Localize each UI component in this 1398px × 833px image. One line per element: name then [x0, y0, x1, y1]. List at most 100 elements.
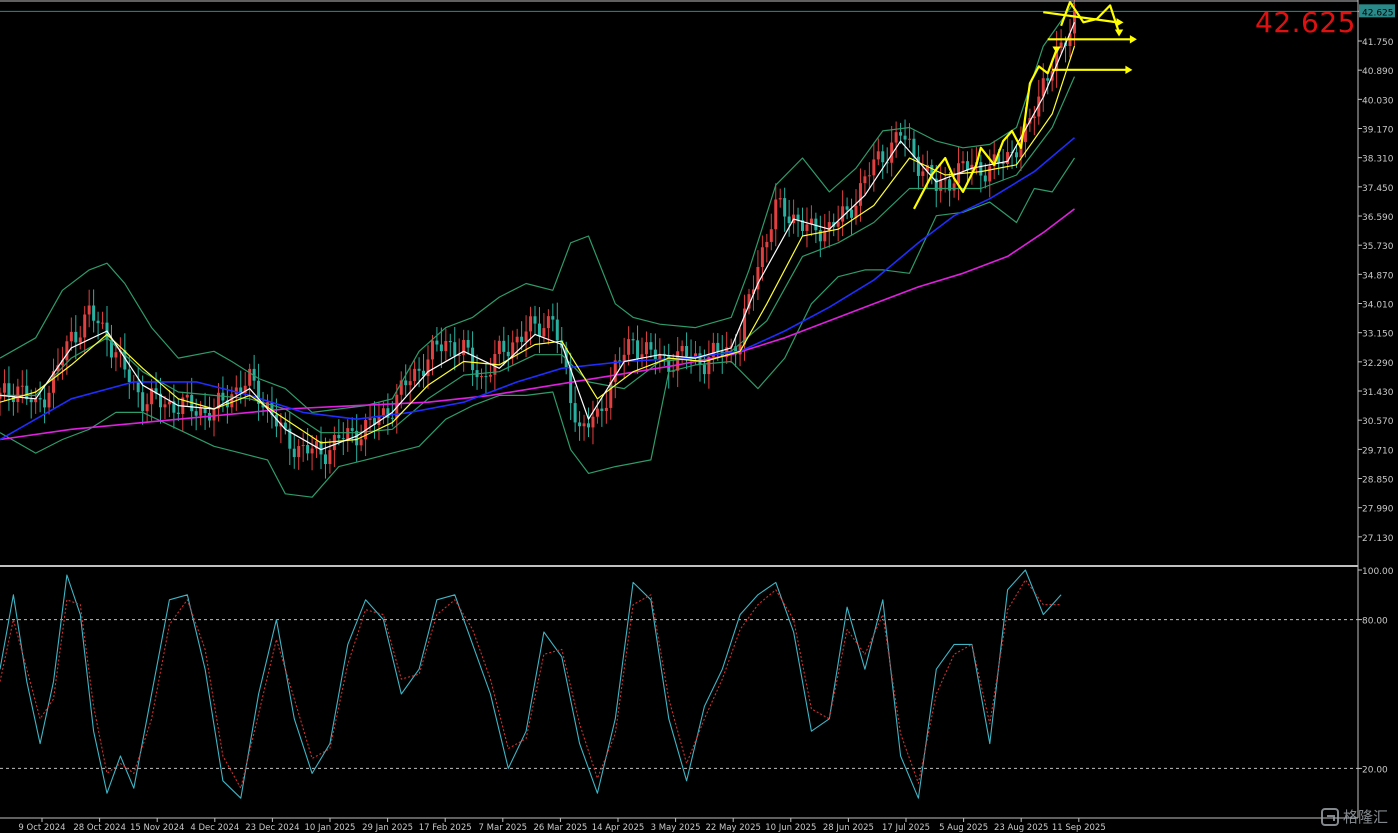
- x-tick-label: 23 Aug 2025: [994, 823, 1048, 833]
- y-tick-label: 28.850: [1362, 476, 1394, 486]
- candle-body: [644, 342, 648, 355]
- candle-body: [1015, 152, 1018, 158]
- candle-body: [466, 339, 470, 348]
- candle-body: [404, 380, 408, 386]
- candle-body: [323, 454, 327, 465]
- y-tick-label: 27.130: [1362, 534, 1394, 544]
- candle-body: [141, 392, 145, 412]
- y-tick-label: 30.570: [1362, 417, 1394, 427]
- candle-body: [114, 352, 118, 358]
- candle-body: [462, 339, 466, 355]
- candle-body: [65, 341, 69, 361]
- x-tick-label: 5 Aug 2025: [939, 823, 988, 833]
- brand-logo-icon: [1320, 807, 1339, 826]
- candle-body: [78, 337, 82, 343]
- watermark-text: 格隆汇: [1342, 808, 1388, 826]
- candle-body: [533, 316, 537, 324]
- candle-body: [520, 336, 524, 342]
- candle-body: [805, 224, 809, 231]
- y-tick-label: 33.150: [1362, 330, 1394, 340]
- osc-y-tick-label: 20.00: [1362, 765, 1388, 775]
- candle-body: [582, 423, 586, 427]
- x-tick-label: 4 Dec 2024: [190, 823, 239, 833]
- y-tick-label: 36.590: [1362, 213, 1394, 223]
- candle-body: [988, 166, 992, 182]
- candle-body: [774, 199, 778, 230]
- y-tick-label: 31.430: [1362, 388, 1394, 398]
- candle-body: [506, 351, 510, 357]
- osc-y-tick-label: 80.00: [1362, 617, 1388, 627]
- candle-body: [417, 368, 421, 371]
- candle-body: [783, 198, 787, 217]
- y-tick-label: 41.750: [1362, 38, 1394, 48]
- candle-body: [894, 132, 898, 143]
- candle-body: [591, 416, 595, 428]
- candle-body: [484, 376, 488, 378]
- candle-body: [310, 448, 314, 454]
- candle-body: [867, 175, 871, 177]
- candle-body: [381, 408, 385, 416]
- candle-body: [488, 374, 492, 377]
- candle-body: [453, 342, 457, 356]
- candle-body: [778, 198, 782, 200]
- candle-body: [653, 349, 657, 360]
- y-tick-label: 34.870: [1362, 271, 1394, 281]
- candle-body: [292, 448, 296, 458]
- x-tick-label: 10 Jan 2025: [305, 823, 356, 833]
- candle-body: [702, 364, 706, 375]
- x-tick-label: 22 May 2025: [705, 823, 760, 833]
- candle-body: [636, 340, 640, 359]
- candle-body: [769, 229, 773, 242]
- watermark: 格隆汇: [1320, 806, 1388, 827]
- candle-body: [20, 385, 24, 387]
- candle-body: [448, 340, 452, 343]
- x-tick-label: 14 Apr 2025: [592, 823, 645, 833]
- candle-body: [912, 138, 916, 157]
- y-tick-label: 29.710: [1362, 446, 1394, 456]
- candle-body: [502, 340, 506, 352]
- candle-body: [413, 368, 417, 382]
- candle-body: [430, 340, 434, 360]
- candle-body: [176, 412, 180, 414]
- candle-body: [1001, 163, 1005, 165]
- candle-body: [787, 216, 791, 224]
- candle-body: [961, 161, 965, 164]
- y-tick-label: 35.730: [1362, 242, 1394, 252]
- x-tick-label: 29 Jan 2025: [362, 823, 413, 833]
- candle-body: [297, 446, 301, 458]
- candle-body: [2, 383, 6, 393]
- candle-body: [7, 383, 11, 396]
- current-price-label: 42.625: [1255, 6, 1356, 39]
- candle-body: [101, 322, 105, 324]
- y-tick-label: 40.890: [1362, 67, 1394, 77]
- candle-body: [863, 176, 867, 184]
- candle-body: [96, 320, 100, 324]
- trading-chart[interactable]: 42.625 41.750 40.890 40.030 39.170 38.310 37.4…: [0, 0, 1398, 833]
- x-tick-label: 17 Jul 2025: [882, 823, 930, 833]
- candle-body: [359, 439, 363, 446]
- candle-body: [921, 171, 925, 176]
- candle-body: [908, 138, 911, 140]
- candle-body: [127, 369, 131, 382]
- candle-body: [537, 323, 541, 337]
- candle-body: [680, 346, 684, 352]
- candle-body: [194, 411, 198, 416]
- candle-body: [337, 434, 341, 439]
- x-tick-label: 7 Mar 2025: [479, 823, 527, 833]
- y-tick-label: 39.170: [1362, 126, 1394, 136]
- candle-body: [555, 319, 559, 341]
- candle-body: [145, 404, 149, 412]
- candle-body: [899, 132, 903, 136]
- candle-body: [25, 385, 29, 400]
- candle-body: [903, 135, 907, 140]
- candle-body: [471, 347, 475, 371]
- candle-body: [480, 376, 483, 378]
- x-tick-label: 28 Jun 2025: [823, 823, 874, 833]
- candle-body: [876, 151, 880, 160]
- candle-body: [872, 159, 876, 176]
- candle-body: [332, 434, 336, 451]
- candle-body: [38, 397, 42, 400]
- candle-body: [845, 206, 849, 210]
- candle-body: [649, 342, 653, 350]
- y-tick-label: 34.010: [1362, 301, 1394, 311]
